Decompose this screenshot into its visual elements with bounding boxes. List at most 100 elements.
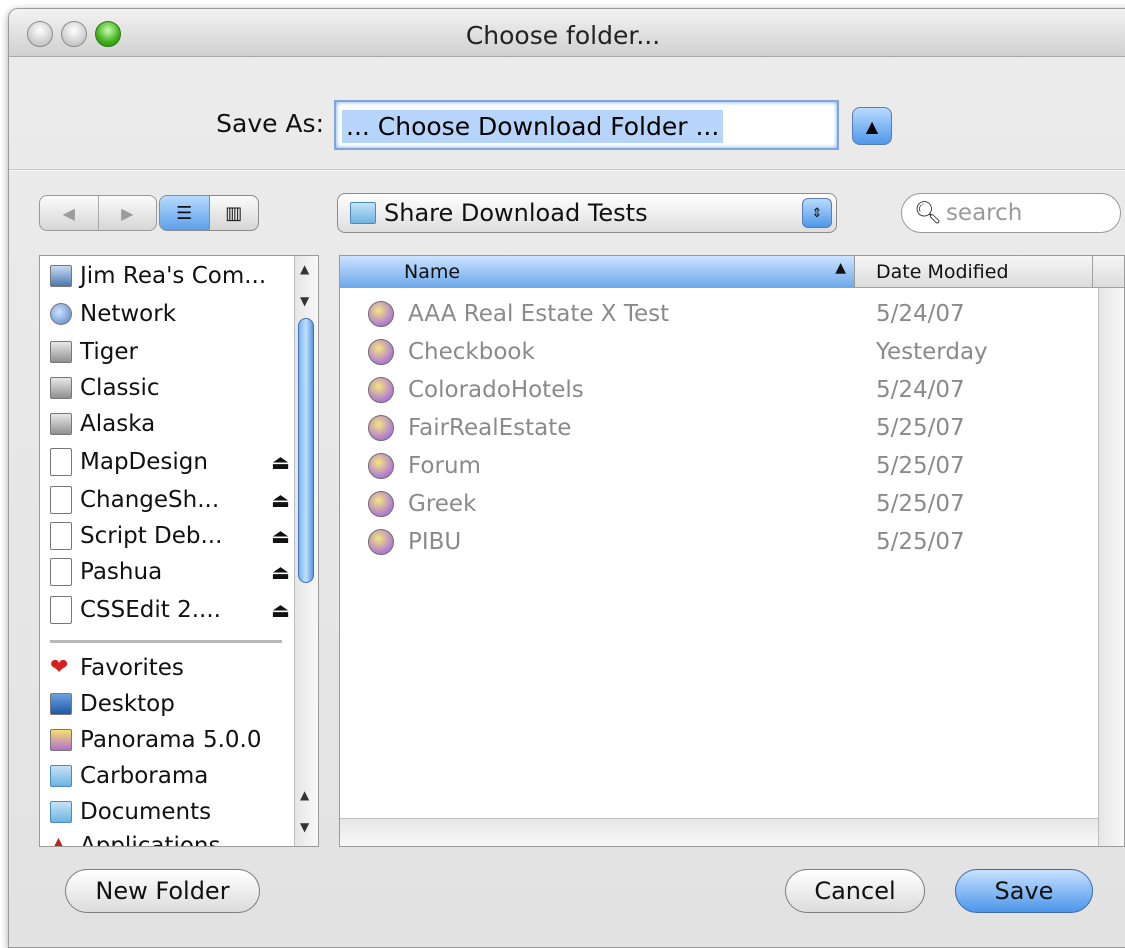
- new-folder-button[interactable]: New Folder: [65, 869, 260, 913]
- sidebar-item-pashua[interactable]: Pashua ⏏: [50, 554, 290, 590]
- choose-folder-dialog: Choose folder... Save As: ... Choose Dow…: [8, 8, 1125, 948]
- volume-icon: [50, 522, 72, 550]
- sidebar-item-applications[interactable]: ▲ Applications: [50, 828, 290, 847]
- sidebar-item-mapdesign[interactable]: MapDesign ⏏: [50, 444, 290, 480]
- column-header-date[interactable]: Date Modified: [876, 261, 1009, 283]
- volume-icon: [50, 558, 72, 586]
- location-popup[interactable]: Share Download Tests ⇕: [337, 193, 837, 233]
- file-name: Forum: [408, 453, 481, 479]
- column-view-button[interactable]: ▥: [208, 196, 259, 230]
- file-name: FairRealEstate: [408, 415, 572, 441]
- sidebar: Jim Rea's Com... Network Tiger Classic A…: [39, 255, 319, 847]
- sidebar-item-network[interactable]: Network: [50, 296, 290, 332]
- sidebar-item-cssedit[interactable]: CSSEdit 2.... ⏏: [50, 592, 290, 628]
- sidebar-item-tiger[interactable]: Tiger: [50, 334, 290, 370]
- save-as-value: ... Choose Download Folder ...: [342, 110, 724, 143]
- forward-button[interactable]: ▶: [97, 196, 157, 230]
- disk-icon: [50, 413, 72, 435]
- scroll-up-arrow-icon[interactable]: ▲: [300, 262, 309, 276]
- sidebar-item-label: Panorama 5.0.0: [80, 727, 262, 753]
- sidebar-item-computer[interactable]: Jim Rea's Com...: [50, 258, 290, 294]
- list-view-button[interactable]: ☰: [160, 196, 209, 230]
- sidebar-item-label: Pashua: [80, 559, 163, 585]
- scroll-down-arrow-icon[interactable]: ▼: [300, 820, 309, 834]
- eject-icon[interactable]: ⏏: [271, 488, 290, 512]
- back-button[interactable]: ◀: [40, 196, 98, 230]
- sidebar-item-changesh[interactable]: ChangeSh... ⏏: [50, 482, 290, 518]
- eject-icon[interactable]: ⏏: [271, 450, 290, 474]
- triangle-up-icon: ▲: [865, 116, 879, 136]
- column-header-name-label: Name: [404, 261, 461, 283]
- back-forward-group: ◀ ▶: [39, 195, 157, 231]
- file-date: 5/25/07: [876, 453, 965, 479]
- save-as-label: Save As:: [216, 109, 324, 138]
- location-label: Share Download Tests: [384, 199, 648, 227]
- sidebar-item-label: Jim Rea's Com...: [80, 263, 267, 289]
- list-item[interactable]: PIBU: [368, 524, 461, 560]
- toolbar: ◀ ▶ ☰ ▥ Share Download Tests ⇕ 🔍︎ search: [9, 187, 1125, 237]
- applications-icon: ▲: [50, 833, 67, 847]
- sidebar-item-alaska[interactable]: Alaska: [50, 406, 290, 442]
- panorama-file-icon: [368, 491, 394, 517]
- sidebar-item-label: Desktop: [80, 691, 175, 717]
- list-item[interactable]: AAA Real Estate X Test: [368, 296, 669, 332]
- eject-icon[interactable]: ⏏: [271, 524, 290, 548]
- sidebar-item-desktop[interactable]: Desktop: [50, 686, 290, 722]
- list-item[interactable]: ColoradoHotels: [368, 372, 584, 408]
- collapse-disclosure-button[interactable]: ▲: [852, 107, 892, 145]
- cancel-button[interactable]: Cancel: [785, 869, 925, 913]
- sidebar-item-favorites[interactable]: ❤ Favorites: [50, 650, 290, 686]
- sidebar-item-label: Documents: [80, 799, 212, 825]
- save-as-row: Save As: ... Choose Download Folder ... …: [9, 95, 1125, 155]
- sidebar-item-documents[interactable]: Documents: [50, 794, 290, 830]
- sidebar-scrollbar[interactable]: ▲ ▼ ▲ ▼: [294, 256, 318, 846]
- eject-icon[interactable]: ⏏: [271, 560, 290, 584]
- column-view-icon: ▥: [225, 202, 243, 224]
- file-name: PIBU: [408, 529, 462, 555]
- file-name: ColoradoHotels: [408, 377, 584, 403]
- column-divider: [1092, 256, 1093, 288]
- column-header-name[interactable]: Name ▲: [340, 256, 855, 288]
- list-item[interactable]: Forum: [368, 448, 481, 484]
- search-field[interactable]: 🔍︎ search: [901, 193, 1121, 233]
- sidebar-item-carborama[interactable]: Carborama: [50, 758, 290, 794]
- title-bar[interactable]: Choose folder...: [9, 9, 1125, 57]
- file-date: 5/24/07: [876, 301, 965, 327]
- panorama-file-icon: [368, 301, 394, 327]
- file-date: 5/25/07: [876, 491, 965, 517]
- sidebar-scroll-thumb[interactable]: [298, 318, 314, 583]
- file-list-vertical-scrollbar[interactable]: [1098, 288, 1124, 846]
- panorama-icon: [50, 729, 72, 751]
- sidebar-item-script-debugger[interactable]: Script Deb... ⏏: [50, 518, 290, 554]
- panorama-file-icon: [368, 377, 394, 403]
- sidebar-item-label: Script Deb...: [80, 523, 223, 549]
- list-item[interactable]: Greek: [368, 486, 476, 522]
- file-name: AAA Real Estate X Test: [408, 301, 670, 327]
- volume-icon: [50, 448, 72, 476]
- folder-icon: [350, 202, 376, 224]
- file-list-horizontal-scrollbar[interactable]: [340, 818, 1098, 846]
- sidebar-item-panorama[interactable]: Panorama 5.0.0: [50, 722, 290, 758]
- file-name: Checkbook: [408, 339, 535, 365]
- sidebar-item-label: Classic: [80, 375, 160, 401]
- sidebar-item-classic[interactable]: Classic: [50, 370, 290, 406]
- list-item[interactable]: Checkbook: [368, 334, 535, 370]
- scroll-down-arrow-icon[interactable]: ▼: [300, 294, 309, 308]
- save-as-field[interactable]: ... Choose Download Folder ...: [334, 100, 839, 150]
- file-date: 5/24/07: [876, 377, 965, 403]
- panorama-file-icon: [368, 453, 394, 479]
- eject-icon[interactable]: ⏏: [271, 598, 290, 622]
- save-button[interactable]: Save: [955, 869, 1093, 913]
- sidebar-item-label: Alaska: [80, 411, 156, 437]
- desktop-icon: [50, 693, 72, 715]
- file-list: Name ▲ Date Modified AAA Real Estate X T…: [339, 255, 1125, 847]
- list-item[interactable]: FairRealEstate: [368, 410, 571, 446]
- disk-icon: [50, 377, 72, 399]
- disk-icon: [50, 341, 72, 363]
- forward-arrow-icon: ▶: [121, 203, 134, 223]
- search-placeholder: search: [945, 200, 1023, 226]
- sidebar-divider: [50, 640, 282, 643]
- sidebar-item-label: CSSEdit 2....: [80, 597, 221, 623]
- folder-icon: [50, 765, 72, 787]
- scroll-up-arrow-icon[interactable]: ▲: [300, 788, 309, 802]
